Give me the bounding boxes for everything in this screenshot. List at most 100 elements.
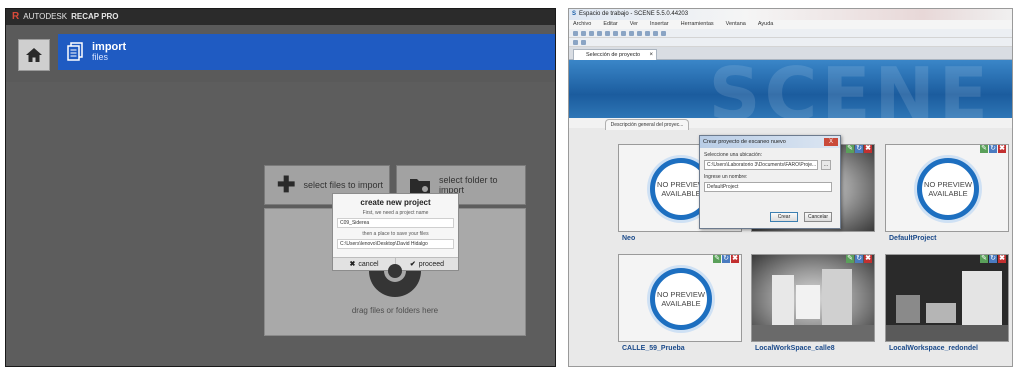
- measure-icon[interactable]: [637, 30, 642, 36]
- scene-tabstrip: Selección de proyecto ×: [569, 47, 1012, 60]
- create-project-dialog: create new project First, we need a proj…: [332, 193, 459, 271]
- tab-project-selection[interactable]: Selección de proyecto ×: [573, 49, 657, 60]
- proceed-label: proceed: [418, 260, 445, 268]
- delete-icon[interactable]: ✖: [731, 255, 739, 263]
- home-icon: [26, 48, 42, 62]
- browse-button[interactable]: ...: [821, 160, 831, 170]
- recap-window: R AUTODESK RECAP PRO import files ✚ sele…: [5, 8, 556, 367]
- scene-menubar: Archivo Editar Ver Insertar Herramientas…: [569, 20, 1012, 29]
- layers-icon[interactable]: [653, 30, 658, 36]
- import-subtitle: files: [92, 52, 109, 62]
- refresh-icon[interactable]: ↻: [989, 145, 997, 153]
- select-files-label: select files to import: [303, 180, 383, 190]
- edit-icon[interactable]: ✎: [846, 255, 854, 263]
- redo-icon[interactable]: [605, 30, 610, 36]
- close-icon: ✖: [349, 261, 356, 268]
- location-input[interactable]: C:\Users\Laboratorio 3\Documents\FARO\Pr…: [704, 160, 818, 170]
- scene-titlebar: S Espacio de trabajo - SCENE 5.5.0.44203: [569, 9, 1012, 20]
- create-button[interactable]: Crear: [770, 212, 798, 222]
- view-icon[interactable]: [629, 30, 634, 36]
- tab-project-overview[interactable]: Descripción general del proyec...: [605, 119, 689, 130]
- project-thumbnail: ✎ ↻ ✖: [751, 254, 875, 342]
- dialog-close-button[interactable]: X: [824, 138, 838, 146]
- scene-toolbar: [569, 29, 1012, 38]
- menu-herramientas[interactable]: Herramientas: [681, 20, 714, 29]
- menu-ventana[interactable]: Ventana: [726, 20, 746, 29]
- recap-brand-prefix: AUTODESK: [23, 12, 68, 21]
- dialog-title: Crear proyecto de escaneo nuevo: [703, 139, 786, 145]
- save-icon[interactable]: [589, 30, 594, 36]
- project-location-hint: then a place to save your files: [362, 231, 429, 237]
- scene-window-title: Espacio de trabajo - SCENE 5.5.0.44203: [579, 11, 689, 17]
- project-actions: ✎ ↻ ✖: [846, 145, 872, 153]
- dialog-buttons: Crear Cancelar: [770, 212, 832, 222]
- no-preview-badge: NO PREVIEW AVAILABLE: [650, 268, 712, 330]
- edit-icon[interactable]: ✎: [980, 145, 988, 153]
- scene-toolbar-secondary: [569, 38, 1012, 47]
- import-files-button[interactable]: import files: [58, 34, 555, 70]
- create-project-title: create new project: [360, 198, 431, 207]
- target-center-icon: [388, 264, 402, 278]
- cancel-button[interactable]: ✖ cancel: [333, 258, 395, 270]
- scan-preview-image: [886, 271, 1008, 341]
- project-name-hint: First, we need a project name: [362, 210, 429, 216]
- project-card-localworkspace-redondel[interactable]: ✎ ↻ ✖ LocalWorkspace_redondel: [885, 254, 1009, 352]
- scene-banner: SCENE: [569, 60, 1012, 118]
- menu-ver[interactable]: Ver: [630, 20, 638, 29]
- project-location-field[interactable]: C:\Users\lenovo\Desktop\David Hidalgo: [337, 239, 454, 249]
- recap-logo-icon: R: [12, 11, 20, 22]
- new-icon[interactable]: [573, 30, 578, 36]
- project-thumbnail: ✎ ↻ ✖ NO PREVIEW AVAILABLE: [885, 144, 1009, 232]
- menu-ayuda[interactable]: Ayuda: [758, 20, 774, 29]
- filter-icon[interactable]: [621, 30, 626, 36]
- project-card-defaultproject[interactable]: ✎ ↻ ✖ NO PREVIEW AVAILABLE DefaultProjec…: [885, 144, 1009, 242]
- import-title: import: [92, 41, 127, 53]
- project-card-calle-59-prueba[interactable]: ✎ ↻ ✖ NO PREVIEW AVAILABLE CALLE_59_Prue…: [618, 254, 742, 352]
- folder-icon: [409, 179, 430, 193]
- proceed-button[interactable]: ✔ proceed: [395, 258, 458, 270]
- select-folder-label: select folder to import: [438, 175, 498, 195]
- recap-topbar: import files: [6, 25, 555, 82]
- dialog-titlebar: Crear proyecto de escaneo nuevo X: [700, 136, 840, 148]
- name-input[interactable]: DefaultProject: [704, 182, 832, 192]
- select-icon[interactable]: [645, 30, 650, 36]
- delete-icon[interactable]: ✖: [998, 255, 1006, 263]
- project-actions: ✎ ↻ ✖: [980, 145, 1006, 153]
- edit-icon[interactable]: ✎: [980, 255, 988, 263]
- create-scan-project-dialog: Crear proyecto de escaneo nuevo X Selecc…: [699, 135, 841, 229]
- files-icon: [67, 42, 83, 61]
- workspace-icon[interactable]: [573, 39, 578, 45]
- project-actions: ✎ ↻ ✖: [713, 255, 739, 263]
- menu-insertar[interactable]: Insertar: [650, 20, 669, 29]
- refresh-icon[interactable]: ↻: [855, 255, 863, 263]
- open-icon[interactable]: [581, 30, 586, 36]
- project-card-localworkspace-calle8[interactable]: ✎ ↻ ✖ LocalWorkSpace_calle8: [751, 254, 875, 352]
- edit-icon[interactable]: ✎: [846, 145, 854, 153]
- delete-icon[interactable]: ✖: [998, 145, 1006, 153]
- home-button[interactable]: [18, 39, 50, 71]
- delete-icon[interactable]: ✖: [864, 145, 872, 153]
- project-name: Neo: [622, 235, 636, 242]
- refresh-icon[interactable]: ↻: [722, 255, 730, 263]
- tab-close-icon[interactable]: ×: [649, 50, 653, 60]
- undo-icon[interactable]: [597, 30, 602, 36]
- tab-project-selection-label: Selección de proyecto: [586, 52, 641, 58]
- dropdown-icon[interactable]: [581, 39, 586, 45]
- menu-archivo[interactable]: Archivo: [573, 20, 591, 29]
- delete-icon[interactable]: ✖: [864, 255, 872, 263]
- divider: [559, 0, 568, 367]
- settings-icon[interactable]: [661, 30, 666, 36]
- location-row: C:\Users\Laboratorio 3\Documents\FARO\Pr…: [700, 158, 840, 170]
- menu-editar[interactable]: Editar: [603, 20, 617, 29]
- name-label: Ingrese un nombre:: [704, 174, 748, 180]
- plus-icon: ✚: [277, 172, 296, 197]
- refresh-icon[interactable]: ↻: [855, 145, 863, 153]
- recap-product-name: RECAP PRO: [71, 12, 119, 21]
- cancel-button[interactable]: Cancelar: [804, 212, 832, 222]
- edit-icon[interactable]: ✎: [713, 255, 721, 263]
- project-name-field[interactable]: C09_Siderea: [337, 218, 454, 228]
- zoom-icon[interactable]: [613, 30, 618, 36]
- cancel-label: cancel: [358, 260, 379, 268]
- refresh-icon[interactable]: ↻: [989, 255, 997, 263]
- project-name: LocalWorkspace_redondel: [889, 345, 978, 352]
